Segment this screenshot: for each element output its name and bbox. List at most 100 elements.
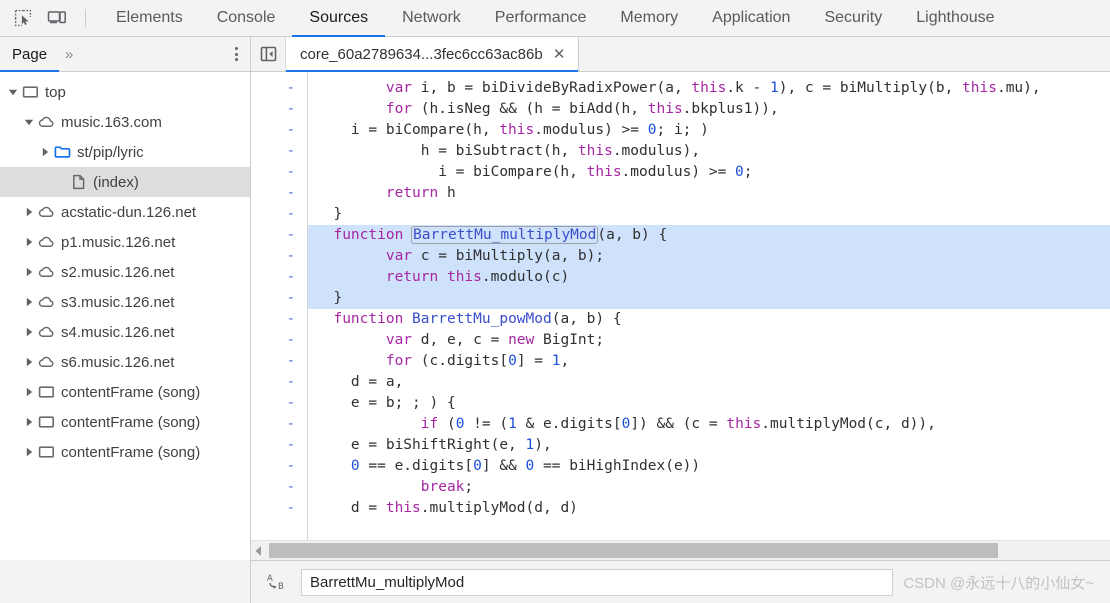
tree-node[interactable]: music.163.com	[0, 107, 250, 137]
code-token: }	[333, 206, 343, 222]
gutter-line-marker[interactable]: -	[287, 330, 307, 351]
tree-node-label: contentFrame (song)	[61, 383, 201, 401]
tree-node[interactable]: s2.music.126.net	[0, 257, 250, 287]
gutter-line-marker[interactable]: -	[287, 309, 307, 330]
tree-node[interactable]: p1.music.126.net	[0, 227, 250, 257]
gutter-line-marker[interactable]: -	[287, 414, 307, 435]
device-toolbar-icon[interactable]	[42, 4, 72, 32]
gutter-line-marker[interactable]: -	[287, 78, 307, 99]
tree-node[interactable]: (index)	[0, 167, 250, 197]
gutter-line-marker[interactable]: -	[287, 456, 307, 477]
tab-label: Network	[402, 9, 461, 26]
code-line[interactable]: }	[308, 204, 1110, 225]
code-line[interactable]: if (0 != (1 & e.digits[0]) && (c = this.…	[308, 414, 1110, 435]
tab-elements[interactable]: Elements	[99, 1, 200, 37]
chevron-right-icon[interactable]	[22, 287, 35, 317]
horizontal-scrollbar[interactable]	[251, 540, 1110, 560]
tab-console[interactable]: Console	[200, 1, 293, 37]
scroll-left-arrow-icon[interactable]	[251, 545, 267, 556]
tree-node[interactable]: contentFrame (song)	[0, 407, 250, 437]
frame-icon	[35, 437, 57, 467]
scrollbar-track[interactable]	[267, 541, 1110, 560]
tree-node[interactable]: contentFrame (song)	[0, 377, 250, 407]
close-icon[interactable]: ✕	[552, 47, 567, 62]
tab-performance[interactable]: Performance	[478, 1, 604, 37]
collapse-sidebar-icon[interactable]	[251, 37, 286, 71]
gutter-line-marker[interactable]: -	[287, 288, 307, 309]
gutter-line-marker[interactable]: -	[287, 351, 307, 372]
code-line[interactable]: for (c.digits[0] = 1,	[308, 351, 1110, 372]
tab-sources[interactable]: Sources	[292, 1, 386, 37]
code-line[interactable]: }	[308, 288, 1110, 309]
gutter-line-marker[interactable]: -	[287, 246, 307, 267]
code-line[interactable]: for (h.isNeg && (h = biAdd(h, this.bkplu…	[308, 99, 1110, 120]
code-line[interactable]: var c = biMultiply(a, b);	[308, 246, 1110, 267]
code-line[interactable]: h = biSubtract(h, this.modulus),	[308, 141, 1110, 162]
code-line[interactable]: i = biCompare(h, this.modulus) >= 0;	[308, 162, 1110, 183]
chevron-right-icon[interactable]	[22, 257, 35, 287]
gutter-line-marker[interactable]: -	[287, 183, 307, 204]
chevron-down-icon[interactable]	[22, 107, 35, 137]
gutter-line-marker[interactable]: -	[287, 141, 307, 162]
chevron-right-icon[interactable]	[22, 347, 35, 377]
document-icon	[67, 167, 89, 197]
gutter-line-marker[interactable]: -	[287, 120, 307, 141]
chevron-right-icon[interactable]	[38, 137, 51, 167]
code-editor[interactable]: --------------------- var i, b = biDivid…	[251, 72, 1110, 540]
gutter-line-marker[interactable]: -	[287, 435, 307, 456]
chevron-right-icon[interactable]	[22, 437, 35, 467]
chevron-right-icon[interactable]	[22, 197, 35, 227]
code-line[interactable]: function BarrettMu_multiplyMod(a, b) {	[308, 225, 1110, 246]
tree-node[interactable]: top	[0, 77, 250, 107]
code-line[interactable]: var i, b = biDivideByRadixPower(a, this.…	[308, 78, 1110, 99]
code-line[interactable]: function BarrettMu_powMod(a, b) {	[308, 309, 1110, 330]
nav-tab-page[interactable]: Page	[0, 38, 60, 72]
nav-overflow-chevron-icon[interactable]: »	[59, 37, 78, 71]
chevron-right-icon[interactable]	[22, 317, 35, 347]
gutter-line-marker[interactable]: -	[287, 225, 307, 246]
gutter-line-marker[interactable]: -	[287, 498, 307, 519]
editor-code-content[interactable]: var i, b = biDivideByRadixPower(a, this.…	[308, 72, 1110, 540]
editor-file-tab[interactable]: core_60a2789634...3fec6cc63ac86b ✕	[286, 37, 579, 72]
code-line[interactable]: break;	[308, 477, 1110, 498]
code-line[interactable]: d = this.multiplyMod(d, d)	[308, 498, 1110, 519]
page-file-tree[interactable]: top music.163.com st/pip/lyric (index) acsta…	[0, 72, 250, 560]
gutter-line-marker[interactable]: -	[287, 393, 307, 414]
chevron-right-icon[interactable]	[22, 377, 35, 407]
gutter-line-marker[interactable]: -	[287, 267, 307, 288]
gutter-line-marker[interactable]: -	[287, 204, 307, 225]
more-options-icon[interactable]	[223, 37, 250, 71]
code-line[interactable]: 0 == e.digits[0] && 0 == biHighIndex(e))	[308, 456, 1110, 477]
tab-memory[interactable]: Memory	[603, 1, 695, 37]
tree-node[interactable]: acstatic-dun.126.net	[0, 197, 250, 227]
tree-node-label: (index)	[93, 173, 139, 191]
search-input[interactable]	[301, 568, 894, 596]
code-line[interactable]: e = b; ; ) {	[308, 393, 1110, 414]
gutter-line-marker[interactable]: -	[287, 372, 307, 393]
code-line[interactable]: return h	[308, 183, 1110, 204]
gutter-line-marker[interactable]: -	[287, 162, 307, 183]
code-line[interactable]: d = a,	[308, 372, 1110, 393]
code-line[interactable]: var d, e, c = new BigInt;	[308, 330, 1110, 351]
code-token: i = biCompare(h,	[350, 122, 500, 138]
code-line[interactable]: e = biShiftRight(e, 1),	[308, 435, 1110, 456]
gutter-line-marker[interactable]: -	[287, 477, 307, 498]
pretty-print-icon[interactable]: A B	[263, 568, 291, 596]
tree-node[interactable]: s4.music.126.net	[0, 317, 250, 347]
tree-node[interactable]: s6.music.126.net	[0, 347, 250, 377]
chevron-right-icon[interactable]	[22, 227, 35, 257]
gutter-line-marker[interactable]: -	[287, 99, 307, 120]
scrollbar-thumb[interactable]	[269, 543, 998, 558]
tab-application[interactable]: Application	[695, 1, 807, 37]
tab-lighthouse[interactable]: Lighthouse	[899, 1, 1011, 37]
tab-security[interactable]: Security	[807, 1, 899, 37]
tree-node[interactable]: s3.music.126.net	[0, 287, 250, 317]
tree-node[interactable]: contentFrame (song)	[0, 437, 250, 467]
chevron-right-icon[interactable]	[22, 407, 35, 437]
tab-network[interactable]: Network	[385, 1, 478, 37]
tree-node[interactable]: st/pip/lyric	[0, 137, 250, 167]
chevron-down-icon[interactable]	[6, 77, 19, 107]
inspect-element-icon[interactable]	[8, 4, 38, 32]
code-line[interactable]: return this.modulo(c)	[308, 267, 1110, 288]
code-line[interactable]: i = biCompare(h, this.modulus) >= 0; i; …	[308, 120, 1110, 141]
